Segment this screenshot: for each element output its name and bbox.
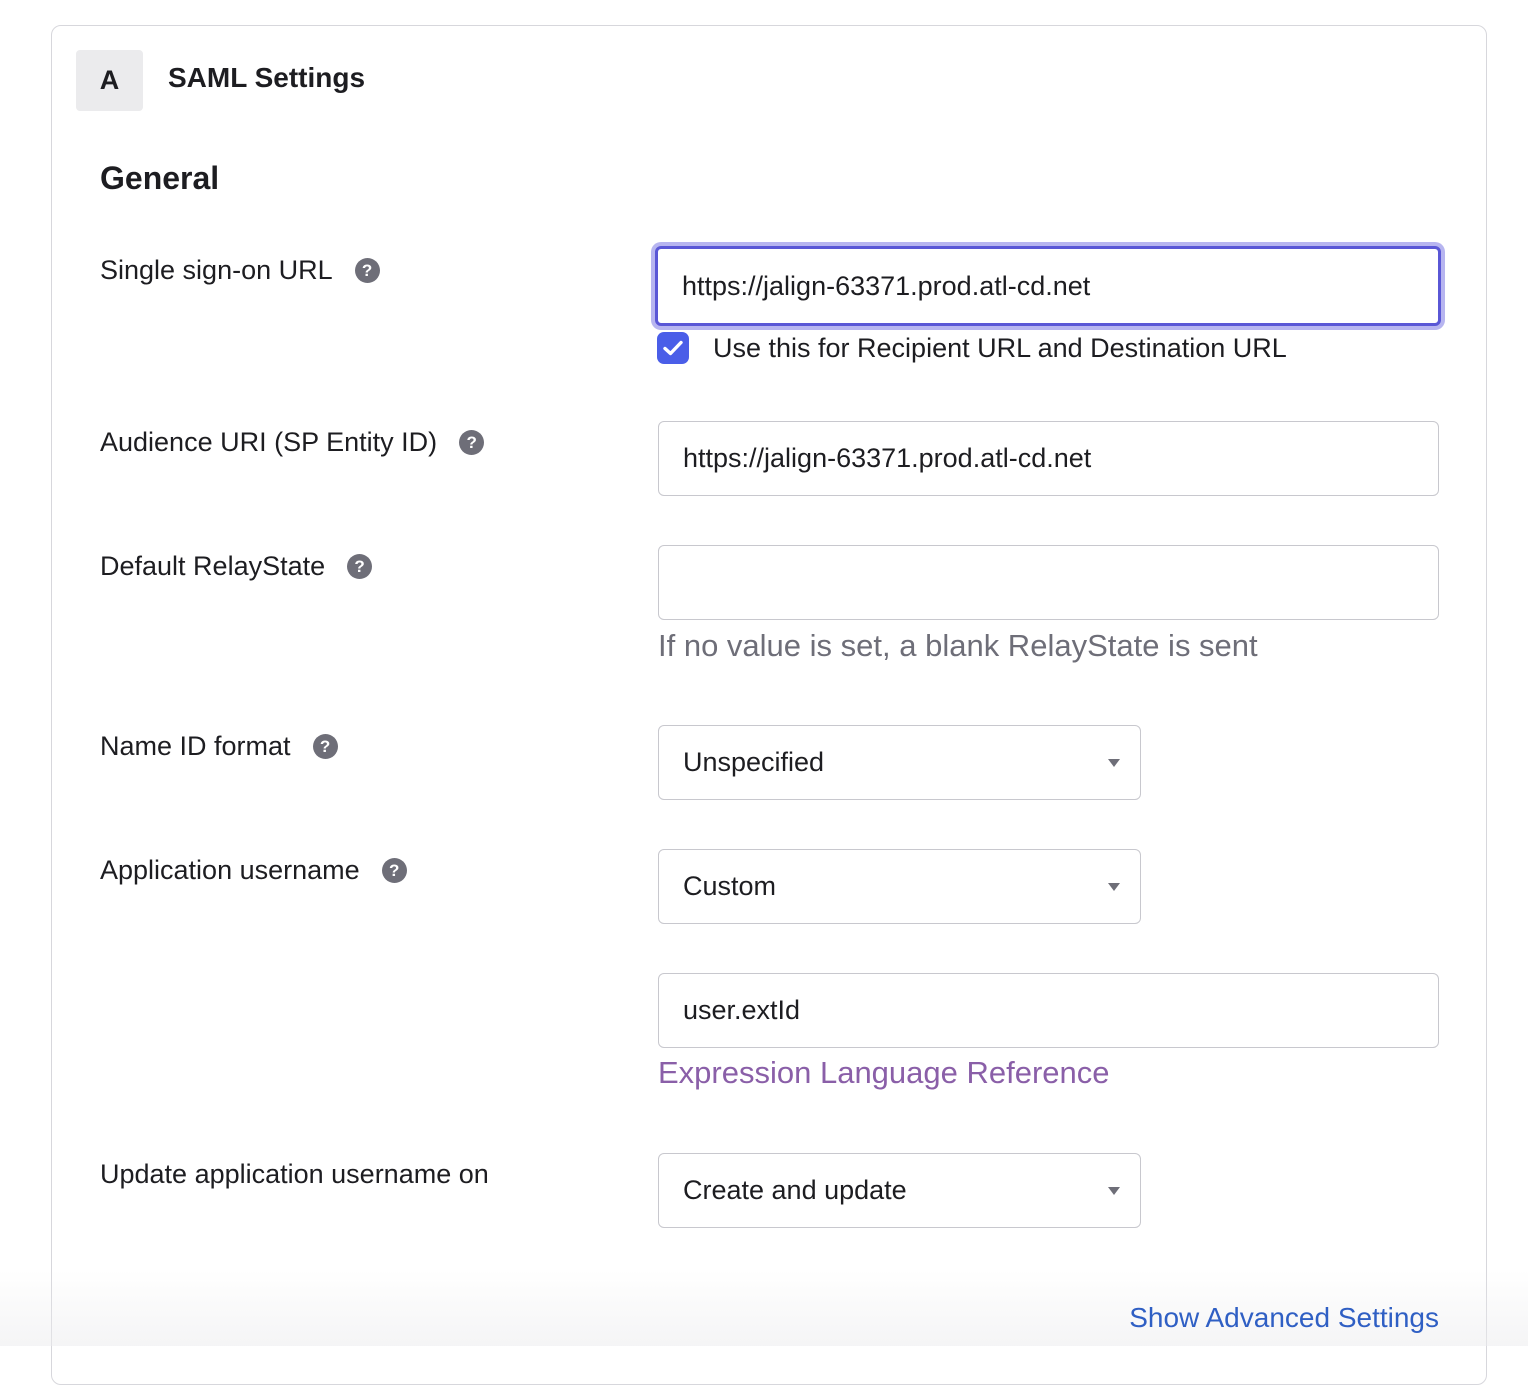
caret-down-icon bbox=[1108, 882, 1120, 891]
help-icon[interactable]: ? bbox=[312, 734, 338, 759]
audience-uri-label-text: Audience URI (SP Entity ID) bbox=[100, 427, 438, 457]
relay-state-hint: If no value is set, a blank RelayState i… bbox=[658, 628, 1258, 663]
help-icon[interactable]: ? bbox=[347, 554, 373, 579]
relay-state-input[interactable] bbox=[658, 545, 1439, 620]
audience-uri-label: Audience URI (SP Entity ID) ? bbox=[100, 427, 485, 458]
app-username-label-text: Application username bbox=[100, 855, 360, 885]
name-id-format-label-text: Name ID format bbox=[100, 731, 291, 761]
show-advanced-settings-link[interactable]: Show Advanced Settings bbox=[1129, 1302, 1439, 1334]
help-icon[interactable]: ? bbox=[459, 430, 485, 455]
expression-language-reference-link[interactable]: Expression Language Reference bbox=[658, 1055, 1110, 1091]
relay-state-label: Default RelayState ? bbox=[100, 551, 373, 582]
app-username-selected: Custom bbox=[683, 871, 777, 901]
caret-down-icon bbox=[1108, 758, 1120, 767]
sso-url-input[interactable] bbox=[655, 246, 1441, 326]
checkbox-checked-icon[interactable] bbox=[657, 332, 689, 364]
app-username-label: Application username ? bbox=[100, 855, 407, 886]
checkmark-icon bbox=[663, 340, 683, 356]
audience-uri-input[interactable] bbox=[658, 421, 1439, 496]
name-id-format-selected: Unspecified bbox=[683, 747, 825, 777]
caret-down-icon bbox=[1108, 1186, 1120, 1195]
app-username-select[interactable]: Custom bbox=[658, 849, 1141, 924]
app-username-expression-input[interactable] bbox=[658, 973, 1439, 1048]
card-title: SAML Settings bbox=[168, 62, 366, 93]
name-id-format-select[interactable]: Unspecified bbox=[658, 725, 1141, 800]
step-badge: A bbox=[76, 50, 143, 111]
relay-state-label-text: Default RelayState bbox=[100, 551, 326, 581]
update-username-on-label-text: Update application username on bbox=[100, 1159, 489, 1189]
section-title-general: General bbox=[100, 160, 220, 196]
recipient-url-checkbox-label: Use this for Recipient URL and Destinati… bbox=[713, 332, 1287, 363]
help-icon[interactable]: ? bbox=[381, 858, 407, 883]
help-icon[interactable]: ? bbox=[354, 258, 380, 283]
sso-url-label-text: Single sign-on URL bbox=[100, 255, 333, 285]
update-username-on-selected: Create and update bbox=[683, 1175, 907, 1205]
sso-url-label: Single sign-on URL ? bbox=[100, 255, 380, 286]
update-username-on-label: Update application username on bbox=[100, 1159, 489, 1190]
name-id-format-label: Name ID format ? bbox=[100, 731, 338, 762]
update-username-on-select[interactable]: Create and update bbox=[658, 1153, 1141, 1228]
recipient-url-checkbox-row[interactable]: Use this for Recipient URL and Destinati… bbox=[657, 332, 1287, 364]
